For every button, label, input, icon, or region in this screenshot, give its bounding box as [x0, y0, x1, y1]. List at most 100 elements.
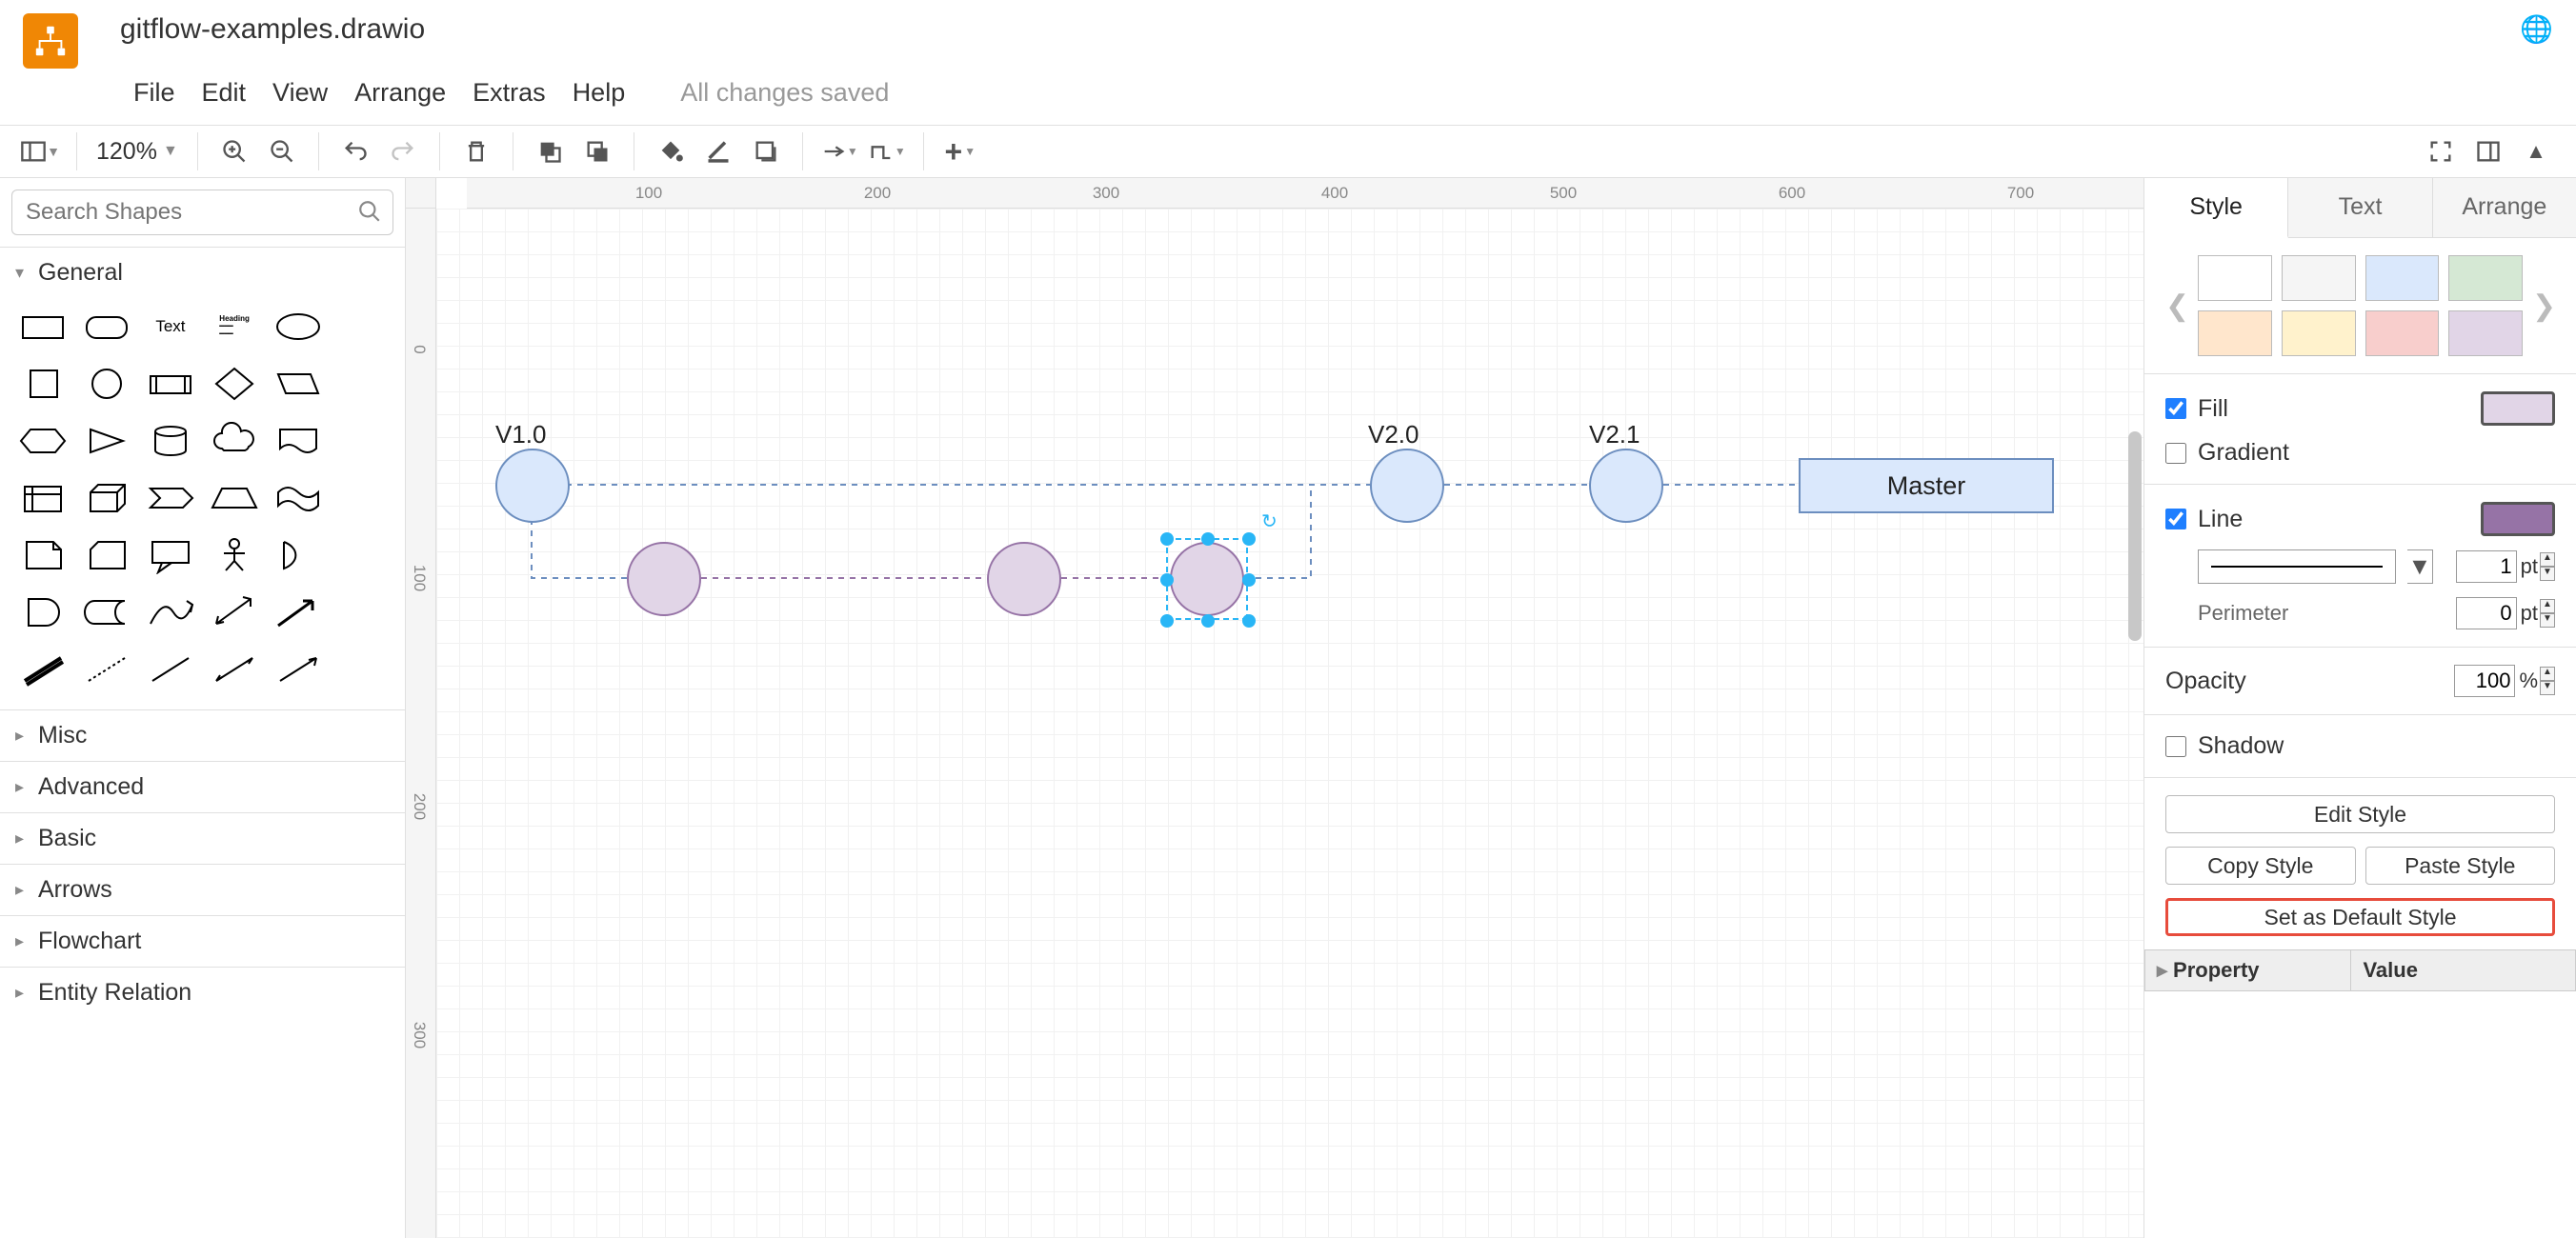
perimeter-input[interactable] [2456, 597, 2517, 629]
sidebar-toggle-button[interactable]: ▼ [19, 130, 61, 172]
category-arrows[interactable]: ▸Arrows [0, 865, 405, 915]
line-checkbox[interactable] [2165, 509, 2186, 529]
swatch[interactable] [2198, 310, 2272, 356]
shape-diamond[interactable] [206, 361, 264, 407]
search-input[interactable] [11, 190, 393, 235]
fill-color-chip[interactable] [2481, 391, 2555, 426]
perimeter-up[interactable]: ▲ [2540, 599, 2555, 613]
shape-arrow[interactable] [270, 589, 328, 635]
shape-circle[interactable] [77, 361, 135, 407]
shape-cloud[interactable] [206, 418, 264, 464]
category-advanced[interactable]: ▸Advanced [0, 762, 405, 812]
line-color-button[interactable] [697, 130, 739, 172]
selection-handle[interactable] [1201, 532, 1215, 546]
shape-card[interactable] [77, 532, 135, 578]
shape-bidirectional-arrow[interactable] [206, 589, 264, 635]
shape-or[interactable] [270, 532, 328, 578]
opacity-input[interactable] [2454, 665, 2515, 697]
menu-help[interactable]: Help [573, 78, 626, 108]
copy-style-button[interactable]: Copy Style [2165, 847, 2356, 885]
shape-step[interactable] [141, 475, 199, 521]
shape-link[interactable] [13, 647, 71, 692]
shape-triangle[interactable] [77, 418, 135, 464]
selection-handle[interactable] [1160, 532, 1174, 546]
line-color-chip[interactable] [2481, 502, 2555, 536]
selection-handle[interactable] [1160, 614, 1174, 628]
shape-directional-connector[interactable] [270, 647, 328, 692]
gradient-checkbox[interactable] [2165, 443, 2186, 464]
perimeter-down[interactable]: ▼ [2540, 613, 2555, 628]
rotate-handle[interactable]: ↻ [1261, 509, 1278, 533]
shape-rectangle[interactable] [13, 304, 71, 349]
set-default-style-button[interactable]: Set as Default Style [2165, 898, 2555, 936]
menu-view[interactable]: View [272, 78, 328, 108]
to-front-button[interactable] [529, 130, 571, 172]
shadow-button[interactable] [745, 130, 787, 172]
line-style-select[interactable] [2198, 549, 2396, 584]
node-v10[interactable] [495, 449, 570, 523]
zoom-select[interactable]: 120%▼ [92, 138, 182, 166]
swatch-next[interactable]: ❯ [2532, 290, 2555, 323]
shape-cylinder[interactable] [141, 418, 199, 464]
swatch[interactable] [2448, 255, 2523, 301]
shadow-checkbox[interactable] [2165, 736, 2186, 757]
format-panel-toggle[interactable] [2467, 130, 2509, 172]
document-title[interactable]: gitflow-examples.drawio [120, 13, 425, 46]
swatch[interactable] [2198, 255, 2272, 301]
node-v20[interactable] [1370, 449, 1444, 523]
menu-file[interactable]: File [133, 78, 175, 108]
swatch[interactable] [2365, 310, 2440, 356]
selection-handle[interactable] [1160, 573, 1174, 587]
paste-style-button[interactable]: Paste Style [2365, 847, 2556, 885]
node-branch-2[interactable] [987, 542, 1061, 616]
undo-button[interactable] [334, 130, 376, 172]
shape-parallelogram[interactable] [270, 361, 328, 407]
shape-data-storage[interactable] [77, 589, 135, 635]
canvas-scrollbar[interactable] [2128, 431, 2142, 641]
shape-note[interactable] [13, 532, 71, 578]
category-flowchart[interactable]: ▸Flowchart [0, 916, 405, 967]
shape-hexagon[interactable] [13, 418, 71, 464]
redo-button[interactable] [382, 130, 424, 172]
category-entity-relation[interactable]: ▸Entity Relation [0, 968, 405, 1018]
node-branch-1[interactable] [627, 542, 701, 616]
selection-handle[interactable] [1242, 573, 1256, 587]
shape-ellipse[interactable] [270, 304, 328, 349]
fullscreen-button[interactable] [2420, 130, 2462, 172]
line-width-down[interactable]: ▼ [2540, 567, 2555, 581]
swatch[interactable] [2282, 310, 2356, 356]
shape-text[interactable]: Text [141, 304, 199, 349]
shape-trapezoid[interactable] [206, 475, 264, 521]
fill-color-button[interactable] [650, 130, 692, 172]
shape-square[interactable] [13, 361, 71, 407]
shape-document[interactable] [270, 418, 328, 464]
shape-actor[interactable] [206, 532, 264, 578]
category-basic[interactable]: ▸Basic [0, 813, 405, 864]
shape-curve[interactable] [141, 589, 199, 635]
waypoints-button[interactable]: ▼ [866, 130, 908, 172]
node-master[interactable]: Master [1799, 458, 2054, 513]
tab-style[interactable]: Style [2144, 178, 2288, 238]
selection-handle[interactable] [1201, 614, 1215, 628]
opacity-down[interactable]: ▼ [2540, 681, 2555, 695]
node-v21[interactable] [1589, 449, 1663, 523]
zoom-out-button[interactable] [261, 130, 303, 172]
category-misc[interactable]: ▸Misc [0, 710, 405, 761]
shape-rounded-rectangle[interactable] [77, 304, 135, 349]
swatch-prev[interactable]: ❮ [2165, 290, 2188, 323]
shape-cube[interactable] [77, 475, 135, 521]
shape-callout[interactable] [141, 532, 199, 578]
line-style-dropdown[interactable]: ▼ [2407, 549, 2433, 584]
shape-tape[interactable] [270, 475, 328, 521]
canvas[interactable]: V1.0 ↻ V2.0 [436, 209, 2143, 1238]
shape-line[interactable] [141, 647, 199, 692]
zoom-in-button[interactable] [213, 130, 255, 172]
menu-extras[interactable]: Extras [473, 78, 546, 108]
tab-text[interactable]: Text [2288, 178, 2432, 237]
selection-handle[interactable] [1242, 614, 1256, 628]
line-width-up[interactable]: ▲ [2540, 552, 2555, 567]
selection-handle[interactable] [1242, 532, 1256, 546]
to-back-button[interactable] [576, 130, 618, 172]
edit-style-button[interactable]: Edit Style [2165, 795, 2555, 833]
language-icon[interactable]: 🌐 [2520, 13, 2553, 45]
